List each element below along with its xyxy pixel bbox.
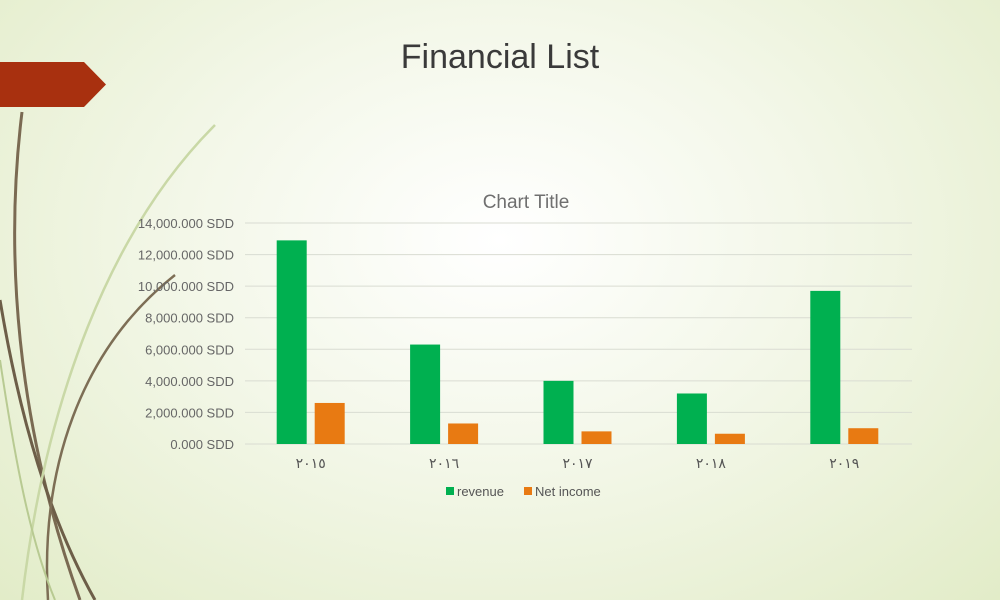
y-tick-label: 10,000.000 SDD xyxy=(138,279,234,294)
y-axis-ticks: 0.000 SDD 2,000.000 SDD 4,000.000 SDD 6,000… xyxy=(138,216,234,452)
x-tick-label: ٢٠١٧ xyxy=(562,455,593,471)
chart-title: Chart Title xyxy=(483,192,570,213)
y-tick-label: 2,000.000 SDD xyxy=(145,405,234,420)
y-tick-label: 14,000.000 SDD xyxy=(138,216,234,231)
bar-net-income xyxy=(448,423,479,444)
bar-revenue xyxy=(543,380,574,444)
bar-net-income xyxy=(714,433,745,444)
bar-revenue xyxy=(810,290,841,444)
bar-net-income xyxy=(314,402,345,444)
bar-revenue xyxy=(276,240,307,444)
x-tick-label: ٢٠١٩ xyxy=(829,455,859,471)
legend-swatch xyxy=(524,487,532,495)
legend-swatch xyxy=(446,487,454,495)
x-tick-label: ٢٠١٦ xyxy=(429,455,459,471)
y-tick-label: 6,000.000 SDD xyxy=(145,342,234,357)
chart-legend: revenue Net income xyxy=(446,484,601,499)
bar-chart: Chart Title 0.000 SDD 2,000.000 SDD 4,000.… xyxy=(138,192,912,499)
x-axis-ticks: ٢٠١٥ ٢٠١٦ ٢٠١٧ ٢٠١٨ ٢٠١٩ xyxy=(296,455,860,471)
legend-label: Net income xyxy=(535,484,601,499)
legend-label: revenue xyxy=(457,484,504,499)
bar-revenue xyxy=(410,344,441,444)
x-tick-label: ٢٠١٨ xyxy=(696,455,727,471)
y-tick-label: 0.000 SDD xyxy=(170,437,234,452)
chart-bars xyxy=(276,240,879,444)
y-tick-label: 12,000.000 SDD xyxy=(138,248,234,263)
x-tick-label: ٢٠١٥ xyxy=(296,455,326,471)
y-tick-label: 8,000.000 SDD xyxy=(145,311,234,326)
bar-net-income xyxy=(848,428,879,444)
bar-revenue xyxy=(676,393,707,444)
bar-net-income xyxy=(581,431,612,444)
y-tick-label: 4,000.000 SDD xyxy=(145,374,234,389)
